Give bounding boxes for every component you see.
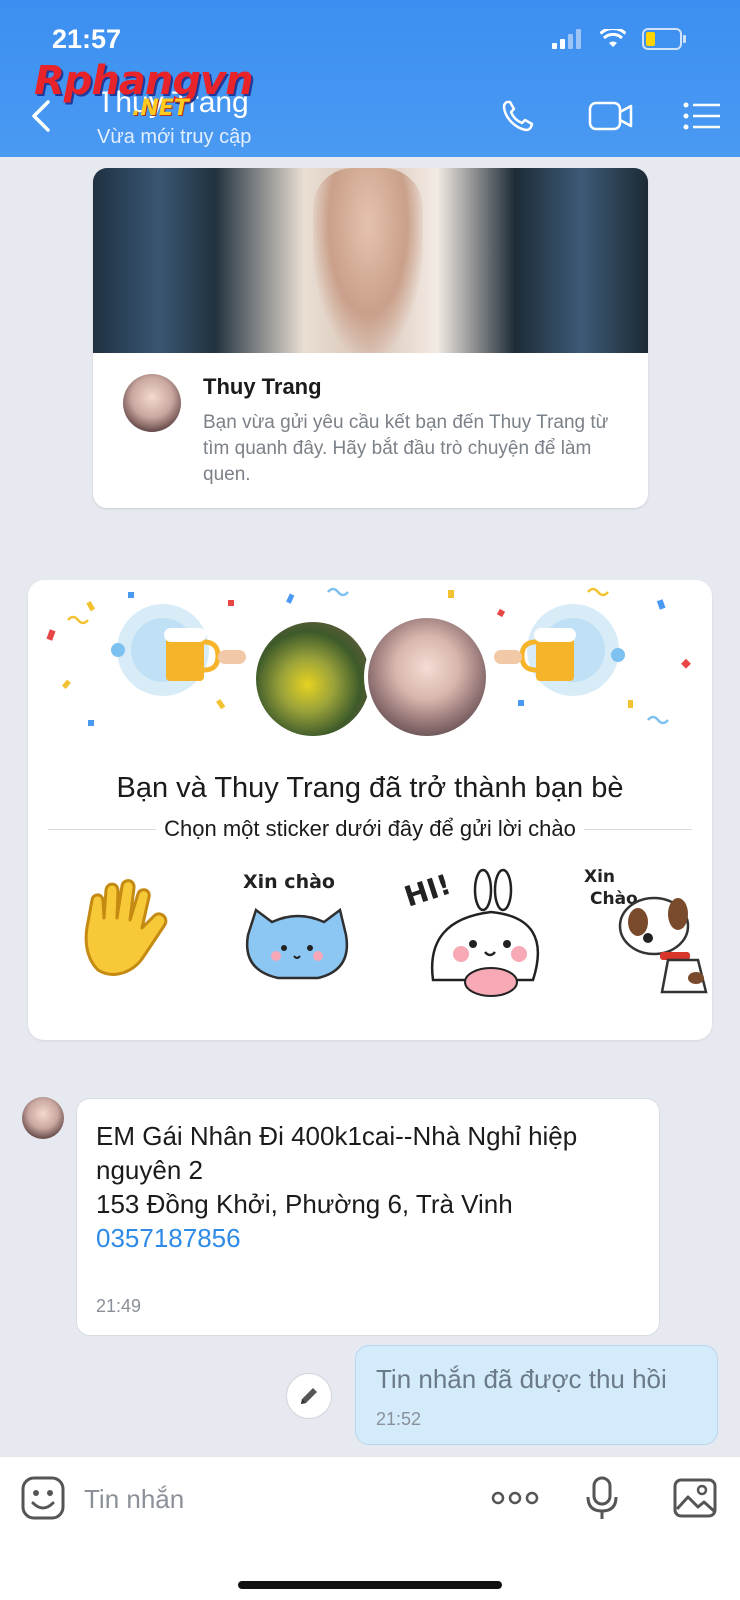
sticker-xin-chao-dog[interactable]: Xin Chào (578, 860, 712, 1000)
message-input[interactable] (84, 1479, 464, 1519)
sender-avatar[interactable] (22, 1097, 64, 1139)
incoming-message-time: 21:49 (96, 1296, 142, 1316)
battery-icon (642, 28, 686, 50)
image-gallery-button[interactable] (672, 1475, 718, 1521)
sticker-cat-text: Xin chào (243, 871, 335, 893)
menu-list-button[interactable] (680, 96, 726, 136)
phone-call-button[interactable] (497, 96, 543, 136)
recalled-message-text: Tin nhắn đã được thu hồi (376, 1364, 667, 1394)
more-options-button[interactable] (490, 1475, 540, 1521)
profile-avatar[interactable] (123, 374, 181, 432)
watermark-sub: .NET (132, 96, 189, 121)
friend-avatar (364, 614, 490, 740)
profile-card[interactable]: Thuy Trang Bạn vừa gửi yêu cầu kết bạn đ… (93, 168, 648, 508)
sticker-bunny-text: HI! (403, 868, 455, 914)
my-avatar (252, 618, 374, 740)
outgoing-message-time: 21:52 (376, 1409, 422, 1429)
contact-status: Vừa mới truy cập (97, 126, 252, 148)
message-line-1: EM Gái Nhân Đi 400k1cai--Nhà Nghỉ hiệp (96, 1121, 578, 1151)
watermark-logo: Rphangvn .NET (34, 58, 254, 121)
message-line-3: 153 Đồng Khởi, Phường 6, Trà Vinh (96, 1189, 513, 1219)
friend-subtitle-row: Chọn một sticker dưới đây để gửi lời chà… (48, 816, 692, 842)
incoming-message[interactable]: EM Gái Nhân Đi 400k1cai--Nhà Nghỉ hiệp n… (76, 1098, 660, 1336)
cover-figure (313, 168, 423, 353)
friend-title: Bạn và Thuy Trang đã trở thành bạn bè (116, 772, 624, 804)
pencil-icon (301, 1388, 317, 1404)
message-input-bar (0, 1456, 740, 1600)
outgoing-message[interactable]: Tin nhắn đã được thu hồi 21:52 (355, 1345, 718, 1445)
sticker-hi-bunny[interactable]: HI! (403, 860, 543, 1000)
cover-photo (93, 168, 648, 353)
profile-name: Thuy Trang (203, 374, 322, 399)
sticker-xin-chao-cat[interactable]: Xin chào (228, 860, 368, 1000)
friend-subtitle: Chọn một sticker dưới đây để gửi lời chà… (164, 816, 576, 841)
status-time: 21:57 (52, 24, 122, 54)
friend-card: Bạn và Thuy Trang đã trở thành bạn bè Ch… (28, 580, 712, 1040)
wifi-icon (600, 29, 626, 47)
video-call-button[interactable] (588, 96, 634, 136)
status-icons (552, 28, 688, 50)
divider-left (48, 828, 157, 830)
sticker-emoji-button[interactable] (20, 1475, 66, 1521)
home-indicator (238, 1581, 502, 1589)
sticker-wave-hand[interactable] (58, 860, 198, 1000)
message-line-2: nguyên 2 (96, 1155, 203, 1185)
sticker-dog-text-1: Xin (584, 867, 615, 887)
divider-right (583, 828, 692, 830)
microphone-button[interactable] (582, 1475, 622, 1521)
message-phone-link[interactable]: 0357187856 (96, 1221, 640, 1255)
profile-description: Bạn vừa gửi yêu cầu kết bạn đến Thuy Tra… (203, 412, 609, 485)
chat-header: 21:57 Thuy Trang Vừa mới truy cập Rphang… (0, 0, 740, 157)
signal-icon (552, 29, 581, 49)
edit-message-button[interactable] (286, 1373, 332, 1419)
